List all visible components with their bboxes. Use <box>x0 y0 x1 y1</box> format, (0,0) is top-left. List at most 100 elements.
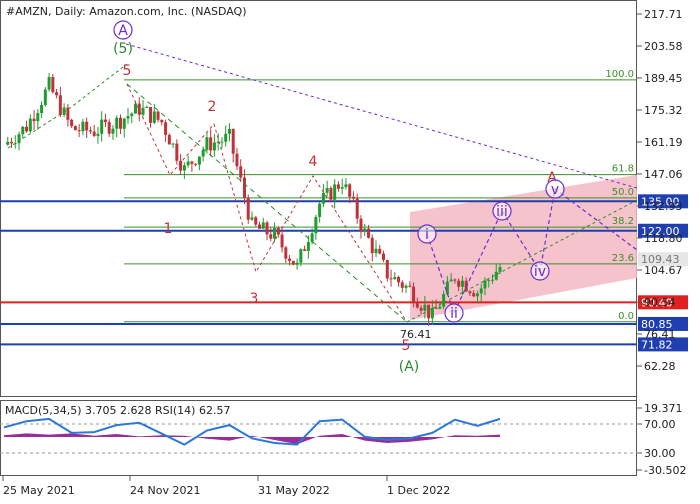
candle-body <box>130 113 134 117</box>
candle-body <box>336 184 340 189</box>
fib-label: 100.0 <box>605 69 634 80</box>
date-axis: 25 May 2021 24 Nov 2021 31 May 2022 1 Dec 2… <box>2 476 450 497</box>
candle-body <box>490 279 494 281</box>
candle-body <box>197 156 201 165</box>
candle-body <box>472 293 476 297</box>
candle-body <box>70 119 74 127</box>
candle-body <box>246 197 250 220</box>
candle-body <box>152 111 156 123</box>
candle-body <box>156 111 160 120</box>
wave-label: 5 <box>123 63 132 79</box>
candle-body <box>457 280 461 287</box>
candle-body <box>393 276 397 280</box>
date-tick-label: 31 May 2022 <box>258 484 330 497</box>
candle-body <box>17 134 21 144</box>
candle-body <box>288 258 292 261</box>
candle-body <box>182 165 186 171</box>
candle-body <box>434 307 438 309</box>
candle-body <box>355 198 359 219</box>
candle-body <box>397 276 401 283</box>
candle-body <box>40 105 44 114</box>
candle-body <box>280 234 284 248</box>
candle-body <box>494 271 498 280</box>
candle-body <box>164 122 168 135</box>
candle-body <box>118 117 122 129</box>
candle-body <box>419 307 423 311</box>
candle-body <box>449 279 453 282</box>
candle-body <box>77 130 81 132</box>
candle-body <box>47 77 51 90</box>
candle-body <box>115 117 119 129</box>
price-chart: 100.061.850.038.223.60.0 135.00122.0090.… <box>0 0 688 497</box>
candle-body <box>149 107 153 123</box>
candle-body <box>475 293 479 297</box>
candle-body <box>103 119 107 123</box>
candle-body <box>400 282 404 288</box>
candle-body <box>314 216 318 234</box>
candle-body <box>186 161 190 166</box>
chart-title: #AMZN, Daily: Amazon.com, Inc. (NASDAQ) <box>6 5 247 18</box>
candle-body <box>100 119 104 134</box>
candle-body <box>265 222 269 235</box>
wave-label: A <box>118 23 128 39</box>
candle-body <box>88 130 92 132</box>
candle-body <box>190 161 194 164</box>
candle-body <box>370 237 374 254</box>
candle-body <box>81 121 85 132</box>
wave-label: v <box>551 182 559 198</box>
candle-body <box>160 119 164 123</box>
price-tick-label: 147.06 <box>644 168 683 181</box>
candle-body <box>134 103 138 114</box>
candle-body <box>145 107 149 109</box>
candle-body <box>10 141 14 144</box>
date-tick-label: 1 Dec 2022 <box>387 484 450 497</box>
wave-label: (5) <box>113 41 133 57</box>
candle-body <box>250 217 254 220</box>
candle-body <box>51 77 55 93</box>
candle-body <box>66 107 70 120</box>
candle-body <box>179 160 183 171</box>
candle-body <box>445 281 449 295</box>
candle-body <box>85 121 89 131</box>
chart-stage: 100.0 61.8 50.0 38.2 23.6 0.0 135.00 122.00 90.… <box>0 0 700 500</box>
candle-body <box>460 280 464 287</box>
candle-body <box>111 128 115 134</box>
candle-body <box>55 92 59 96</box>
candle-body <box>430 307 434 319</box>
fib-label: 38.2 <box>612 216 634 227</box>
candle-body <box>227 129 231 134</box>
candle-body <box>224 133 228 142</box>
price-tick-label: 90.54 <box>644 296 676 309</box>
indicator-tick-label: 30.00 <box>644 447 676 460</box>
candle-body <box>273 227 277 239</box>
date-tick-label: 24 Nov 2021 <box>130 484 200 497</box>
price-tick-label: 203.58 <box>644 40 683 53</box>
candle-body <box>258 224 262 229</box>
wave-label: iii <box>496 204 508 220</box>
price-tick-label: 62.28 <box>644 360 676 373</box>
candle-body <box>122 118 126 129</box>
candle-body <box>366 228 370 238</box>
fib-label: 0.0 <box>618 311 634 322</box>
candle-body <box>479 288 483 294</box>
candle-body <box>412 286 416 304</box>
candle-body <box>43 89 47 106</box>
wave-label: (A) <box>399 359 420 375</box>
candle-body <box>220 141 224 143</box>
candle-body <box>175 143 179 161</box>
candle-body <box>235 153 239 167</box>
date-tick-label: 25 May 2021 <box>3 484 75 497</box>
candle-body <box>107 122 111 134</box>
candle-body <box>468 291 472 294</box>
candle-body <box>299 249 303 263</box>
wave-label: 2 <box>208 99 217 115</box>
candle-body <box>408 285 412 287</box>
indicator-tick-label: 70.00 <box>644 418 676 431</box>
candle-body <box>442 294 446 307</box>
candle-body <box>254 217 258 225</box>
price-tick-label: 217.71 <box>644 8 683 21</box>
candle-body <box>6 141 10 145</box>
indicator-title: MACD(5,34,5) 3.705 2.628 RSI(14) 62.57 <box>5 404 230 417</box>
candle-body <box>291 260 295 265</box>
candle-body <box>306 242 310 251</box>
